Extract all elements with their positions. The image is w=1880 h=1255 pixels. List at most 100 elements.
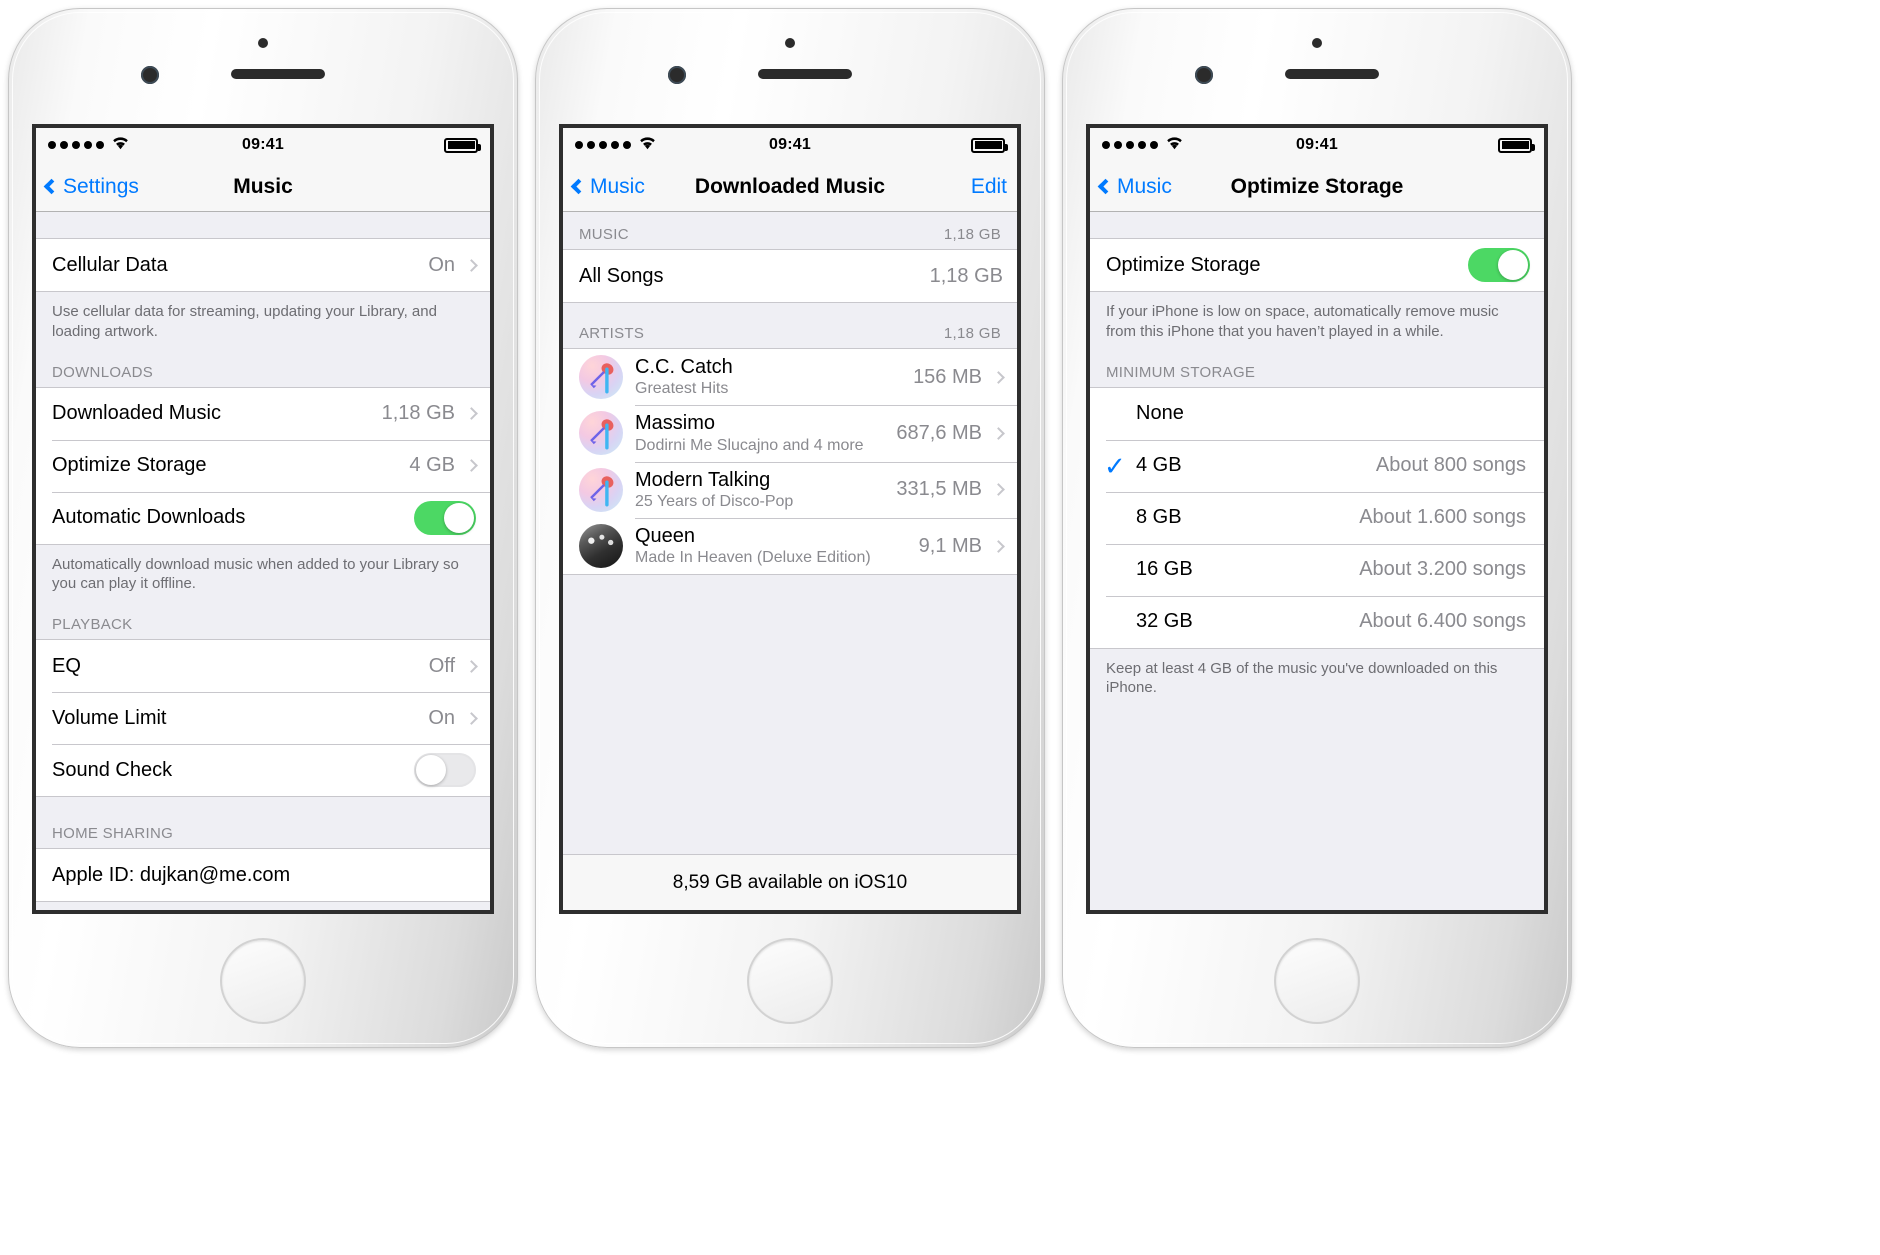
option-16gb[interactable]: ✓ 16 GB About 3.200 songs — [1090, 543, 1544, 596]
earpiece-speaker-icon — [758, 69, 852, 79]
artist-size: 687,6 MB — [896, 421, 982, 444]
row-eq[interactable]: EQ Off — [36, 640, 490, 693]
section-header-label: PLAYBACK — [52, 616, 133, 634]
back-button-music[interactable]: Music — [570, 174, 645, 199]
back-button-label: Settings — [63, 174, 139, 198]
proximity-sensor-icon — [1312, 38, 1322, 48]
row-label: Automatic Downloads — [52, 506, 246, 529]
artist-text-block: Modern Talking 25 Years of Disco-Pop — [635, 462, 896, 518]
status-bar-1: 09:41 — [36, 128, 490, 162]
table-row[interactable]: C.C. Catch Greatest Hits 156 MB — [563, 349, 1017, 406]
iphone-device-3: 09:41 Music Optimize Storage Optimize St… — [1062, 8, 1572, 1048]
earpiece-speaker-icon — [1285, 69, 1379, 79]
artist-album: 25 Years of Disco-Pop — [635, 492, 794, 510]
chevron-right-icon — [992, 483, 1005, 497]
battery-full-icon — [1498, 137, 1535, 153]
chevron-left-icon — [570, 178, 587, 195]
row-label: Optimize Storage — [52, 454, 207, 477]
proximity-sensor-icon — [785, 38, 795, 48]
section-header-music: MUSIC 1,18 GB — [563, 212, 1017, 249]
front-camera-icon — [668, 66, 686, 84]
minimum-storage-footnote: Keep at least 4 GB of the music you've d… — [1090, 648, 1544, 703]
music-group: All Songs 1,18 GB — [563, 249, 1017, 303]
microphone-avatar-icon — [579, 467, 623, 512]
row-all-songs[interactable]: All Songs 1,18 GB — [563, 250, 1017, 302]
settings-list: Cellular Data On Use cellular data for s… — [36, 212, 490, 910]
status-time: 09:41 — [1296, 136, 1338, 153]
row-label: All Songs — [579, 264, 664, 287]
nav-bar-optimize-storage: Music Optimize Storage — [1090, 162, 1544, 212]
nav-bar-music: Settings Music — [36, 162, 490, 212]
row-downloaded-music[interactable]: Downloaded Music 1,18 GB — [36, 387, 490, 440]
edit-button[interactable]: Edit — [971, 175, 1007, 199]
row-label: EQ — [52, 654, 81, 677]
optimize-storage-toggle[interactable] — [1468, 248, 1530, 282]
microphone-avatar-icon — [579, 411, 623, 456]
artist-name: Massimo — [635, 412, 716, 435]
row-value: 1,18 GB — [381, 402, 455, 425]
row-cellular-data[interactable]: Cellular Data On — [36, 239, 490, 291]
section-header-downloads: DOWNLOADS — [36, 345, 490, 387]
row-sound-check[interactable]: Sound Check — [36, 744, 490, 797]
minimum-storage-group: ✓ None ✓ 4 GB About 800 songs ✓ 8 GB — [1090, 386, 1544, 649]
home-button[interactable] — [1274, 938, 1360, 1024]
option-detail: About 3.200 songs — [1359, 558, 1526, 581]
sound-check-toggle[interactable] — [414, 753, 476, 788]
table-row[interactable]: Massimo Dodirni Me Slucajno and 4 more 6… — [563, 405, 1017, 462]
section-header-label: DOWNLOADS — [52, 363, 154, 381]
option-label: 4 GB — [1136, 454, 1182, 477]
playback-group: EQ Off Volume Limit On Sound Check — [36, 639, 490, 798]
section-header-playback: PLAYBACK — [36, 598, 490, 640]
table-row[interactable]: Modern Talking 25 Years of Disco-Pop 331… — [563, 461, 1017, 518]
iphone-device-1: 09:41 Settings Music Cellular Data On Us… — [8, 8, 518, 1048]
back-button-label: Music — [1117, 174, 1172, 198]
nav-bar-downloaded-music: Music Downloaded Music Edit — [563, 162, 1017, 212]
row-apple-id[interactable]: Apple ID: dujkan@me.com — [36, 849, 490, 902]
cellular-footnote: Use cellular data for streaming, updatin… — [36, 292, 490, 346]
back-button-settings[interactable]: Settings — [43, 174, 139, 199]
back-button-label: Music — [590, 174, 645, 198]
section-header-label: HOME SHARING — [52, 825, 174, 843]
three-iphone-screenshot-composite: 09:41 Settings Music Cellular Data On Us… — [0, 0, 1880, 1255]
option-4gb[interactable]: ✓ 4 GB About 800 songs — [1090, 439, 1544, 492]
section-header-minimum-storage: MINIMUM STORAGE — [1090, 345, 1544, 387]
option-label: None — [1136, 402, 1184, 425]
chevron-right-icon — [992, 370, 1005, 384]
home-button[interactable] — [747, 938, 833, 1024]
row-label: Downloaded Music — [52, 402, 221, 425]
artist-text-block: C.C. Catch Greatest Hits — [635, 349, 913, 405]
artist-name: Queen — [635, 524, 696, 547]
screen-optimize-storage: 09:41 Music Optimize Storage Optimize St… — [1086, 124, 1548, 914]
row-volume-limit[interactable]: Volume Limit On — [36, 692, 490, 745]
chevron-right-icon — [465, 711, 478, 725]
home-button[interactable] — [220, 938, 306, 1024]
option-32gb[interactable]: ✓ 32 GB About 6.400 songs — [1090, 595, 1544, 648]
battery-full-icon — [444, 137, 481, 153]
row-automatic-downloads[interactable]: Automatic Downloads — [36, 491, 490, 544]
table-row[interactable]: Queen Made In Heaven (Deluxe Edition) 9,… — [563, 517, 1017, 575]
row-optimize-storage-toggle[interactable]: Optimize Storage — [1090, 239, 1544, 291]
chevron-right-icon — [465, 659, 478, 673]
optimize-footnote: If your iPhone is low on space, automati… — [1090, 292, 1544, 346]
option-8gb[interactable]: ✓ 8 GB About 1.600 songs — [1090, 491, 1544, 544]
automatic-downloads-toggle[interactable] — [414, 500, 476, 535]
artist-album: Greatest Hits — [635, 380, 729, 398]
back-button-music[interactable]: Music — [1097, 174, 1172, 199]
downloads-group: Downloaded Music 1,18 GB Optimize Storag… — [36, 386, 490, 545]
row-label: Cellular Data — [52, 253, 168, 276]
microphone-avatar-icon — [579, 355, 623, 400]
row-value: On — [428, 253, 455, 276]
row-optimize-storage[interactable]: Optimize Storage 4 GB — [36, 439, 490, 492]
top-gap — [36, 212, 490, 238]
optimize-storage-list: Optimize Storage If your iPhone is low o… — [1090, 212, 1544, 910]
artist-album: Dodirni Me Slucajno and 4 more — [635, 436, 864, 454]
cellular-data-group: Cellular Data On — [36, 238, 490, 292]
option-none[interactable]: ✓ None — [1090, 387, 1544, 440]
row-label: Volume Limit — [52, 706, 167, 729]
section-header-label: MINIMUM STORAGE — [1106, 363, 1256, 381]
row-value: Off — [428, 654, 455, 677]
screen-downloaded-music: 09:41 Music Downloaded Music Edit MUSIC … — [559, 124, 1021, 914]
optimize-toggle-group: Optimize Storage — [1090, 238, 1544, 292]
section-header-value: 1,18 GB — [943, 325, 1001, 342]
chevron-right-icon — [465, 459, 478, 472]
